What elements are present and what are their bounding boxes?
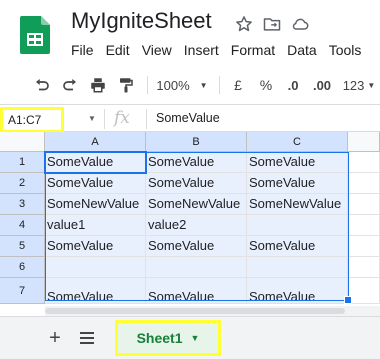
cell-b2[interactable]: SomeValue	[146, 173, 247, 194]
sheet-tab-sheet1[interactable]: Sheet1 ▼	[115, 320, 221, 356]
row-header-1[interactable]: 1	[0, 152, 45, 173]
menu-item-edit[interactable]: Edit	[106, 42, 130, 58]
column-header-c[interactable]: C	[247, 132, 348, 152]
currency-format-button[interactable]: £	[228, 66, 248, 104]
menu-item-view[interactable]: View	[142, 42, 172, 58]
list-icon	[80, 332, 94, 344]
percent-format-button[interactable]: %	[256, 66, 276, 104]
cell-d3[interactable]	[348, 194, 380, 215]
cell-b3[interactable]: SomeNewValue	[146, 194, 247, 215]
cell-c7[interactable]: SomeValue	[247, 278, 348, 304]
cell-b6[interactable]	[146, 257, 247, 278]
paint-format-button[interactable]	[114, 66, 138, 104]
select-all-corner[interactable]	[0, 132, 45, 152]
fx-icon: fx	[114, 108, 130, 128]
cell-b7[interactable]: SomeValue	[146, 278, 247, 304]
menu-item-format[interactable]: Format	[231, 42, 275, 58]
zoom-value: 100%	[156, 77, 190, 93]
cell-c6[interactable]	[247, 257, 348, 278]
menu-item-insert[interactable]: Insert	[184, 42, 219, 58]
sheet-tab-label: Sheet1	[136, 330, 183, 346]
zoom-select[interactable]: 100% ▼	[152, 66, 212, 104]
cloud-status-icon[interactable]	[290, 14, 310, 34]
cell-c2[interactable]: SomeValue	[247, 173, 348, 194]
cell-d2[interactable]	[348, 173, 380, 194]
chevron-down-icon: ▼	[199, 80, 208, 90]
move-folder-icon[interactable]	[262, 14, 282, 34]
row-header-6[interactable]: 6	[0, 257, 45, 278]
formula-input[interactable]: SomeValue	[156, 111, 220, 125]
print-icon	[91, 78, 105, 93]
paint-format-icon	[120, 78, 133, 93]
document-title[interactable]: MyIgniteSheet	[71, 8, 212, 34]
cell-a5[interactable]: SomeValue	[45, 236, 146, 257]
cell-b1[interactable]: SomeValue	[146, 152, 247, 173]
redo-icon	[63, 79, 76, 91]
more-formats-select[interactable]: 123 ▼	[338, 66, 380, 104]
sheet-tab-bar: + Sheet1 ▼	[0, 316, 380, 359]
cell-a7[interactable]: SomeValue	[45, 278, 146, 304]
decrease-decimal-label: .0	[287, 77, 299, 93]
scrollbar-thumb[interactable]	[45, 308, 345, 314]
cell-c3[interactable]: SomeNewValue	[247, 194, 348, 215]
sheets-logo-icon[interactable]	[20, 16, 50, 54]
cell-d5[interactable]	[348, 236, 380, 257]
cell-a2[interactable]: SomeValue	[45, 173, 146, 194]
toolbar: 100% ▼ £ % .0 .00 123 ▼	[0, 66, 380, 105]
cell-d7[interactable]	[348, 278, 380, 304]
cell-a4[interactable]: value1	[45, 215, 146, 236]
chevron-down-icon[interactable]: ▼	[191, 333, 200, 343]
cell-a1[interactable]: SomeValue	[45, 152, 146, 173]
row-header-2[interactable]: 2	[0, 173, 45, 194]
cell-a3[interactable]: SomeNewValue	[45, 194, 146, 215]
column-header-b[interactable]: B	[146, 132, 247, 152]
column-header-a[interactable]: A	[45, 132, 146, 152]
cell-b5[interactable]: SomeValue	[146, 236, 247, 257]
column-header-d[interactable]	[348, 132, 380, 152]
horizontal-scrollbar[interactable]	[45, 306, 380, 316]
formula-bar: A1:C7 ▼ fx SomeValue	[0, 105, 380, 133]
cell-a6[interactable]	[45, 257, 146, 278]
menu-item-data[interactable]: Data	[287, 42, 317, 58]
row-header-5[interactable]: 5	[0, 236, 45, 257]
cell-d1[interactable]	[348, 152, 380, 173]
row-header-7[interactable]: 7	[0, 278, 45, 304]
row-header-4[interactable]: 4	[0, 215, 45, 236]
cell-d4[interactable]	[348, 215, 380, 236]
print-button[interactable]	[86, 66, 110, 104]
cell-b4[interactable]: value2	[146, 215, 247, 236]
decrease-decimal-button[interactable]: .0	[281, 66, 305, 104]
name-box-chevron-down-icon[interactable]: ▼	[88, 114, 96, 123]
menu-item-file[interactable]: File	[71, 42, 94, 58]
all-sheets-button[interactable]	[76, 319, 98, 357]
cell-c5[interactable]: SomeValue	[247, 236, 348, 257]
undo-icon	[36, 79, 49, 91]
star-icon[interactable]	[234, 14, 254, 34]
increase-decimal-label: .00	[312, 77, 332, 93]
increase-decimal-button[interactable]: .00	[308, 66, 336, 104]
cell-c1[interactable]: SomeValue	[247, 152, 348, 173]
undo-button[interactable]	[30, 66, 54, 104]
name-box[interactable]: A1:C7	[0, 107, 64, 133]
fill-handle[interactable]	[344, 296, 352, 304]
cell-d6[interactable]	[348, 257, 380, 278]
cell-c4[interactable]	[247, 215, 348, 236]
redo-button[interactable]	[58, 66, 82, 104]
row-header-3[interactable]: 3	[0, 194, 45, 215]
menu-item-tools[interactable]: Tools	[329, 42, 362, 58]
menu-bar: File Edit View Insert Format Data Tools	[71, 42, 361, 58]
plus-icon: +	[49, 326, 61, 349]
spreadsheet-grid: A B C 1 2 3 4 5 6 7 SomeValue SomeValue …	[0, 132, 380, 304]
chevron-down-icon: ▼	[367, 80, 376, 90]
more-formats-label: 123	[342, 77, 365, 93]
add-sheet-button[interactable]: +	[44, 319, 66, 357]
